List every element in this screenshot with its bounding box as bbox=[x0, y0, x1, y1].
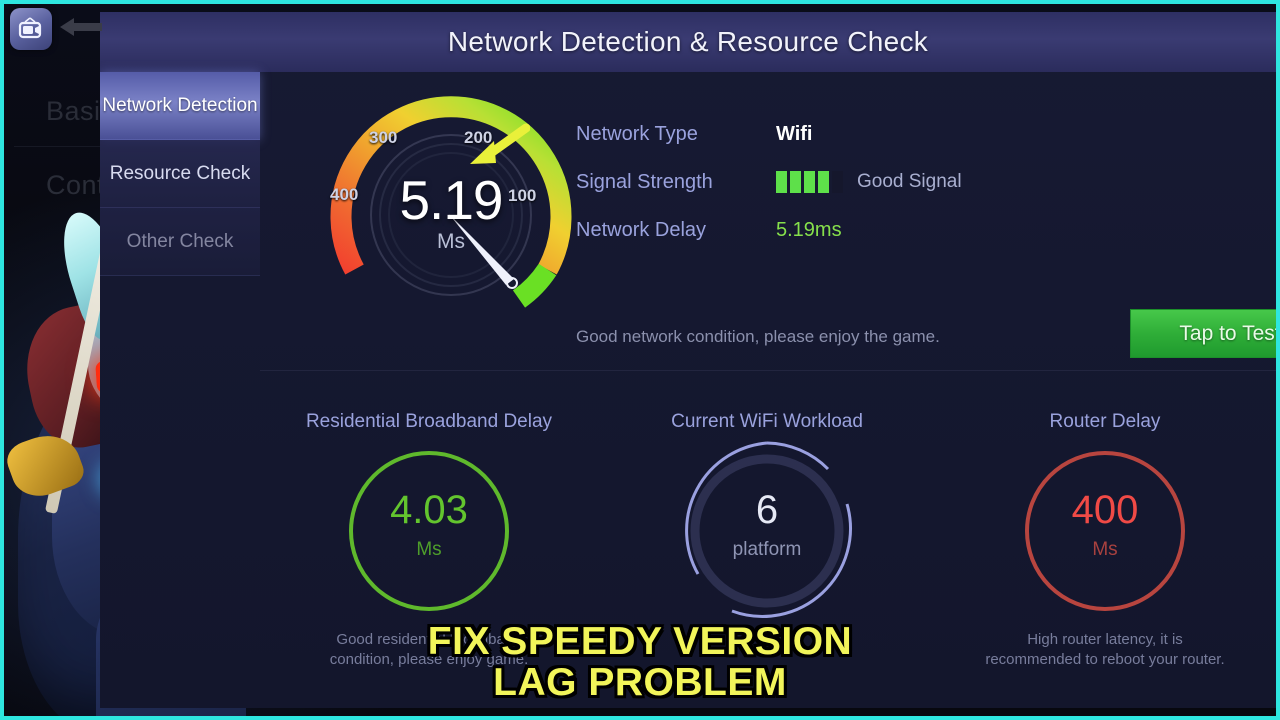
signal-strength-bars bbox=[776, 171, 843, 193]
yellow-arrow-icon bbox=[460, 122, 531, 177]
metric-value: 6 bbox=[755, 487, 779, 532]
metric-title: Router Delay bbox=[1049, 411, 1161, 432]
metric-ring: 400 Ms bbox=[1020, 446, 1190, 616]
metric-value: 4.03 bbox=[390, 487, 468, 532]
back-arrow-glyph bbox=[60, 18, 102, 36]
sidebar-item-network-detection[interactable]: Network Detection bbox=[100, 72, 260, 140]
metric-ring: 6 platform bbox=[682, 441, 852, 618]
info-key: Network Delay bbox=[576, 218, 707, 241]
gauge-unit: Ms bbox=[437, 230, 465, 253]
sidebar-item-resource-check[interactable]: Resource Check bbox=[100, 140, 260, 208]
metric-unit: Ms bbox=[416, 538, 442, 560]
signal-bar bbox=[776, 171, 787, 193]
screen-root: Basic Control Network Detection & Resour… bbox=[0, 0, 1280, 720]
signal-bar-empty bbox=[832, 171, 843, 193]
metric-value: 400 bbox=[1071, 487, 1139, 532]
signal-bar bbox=[804, 171, 815, 193]
video-caption: FIX SPEEDY VERSION LAG PROBLEM bbox=[0, 620, 1280, 704]
info-value-signal-strength: Good Signal bbox=[857, 171, 962, 192]
sidebar-item-label: Network Detection bbox=[102, 94, 258, 116]
gauge-value: 5.19 bbox=[399, 169, 503, 231]
metric-title: Current WiFi Workload bbox=[671, 411, 863, 432]
signal-bar bbox=[790, 171, 801, 193]
info-value-network-delay: 5.19ms bbox=[776, 218, 842, 241]
network-info-list: Network Type Wifi Signal Strength Good S… bbox=[576, 110, 1136, 254]
signal-bar bbox=[818, 171, 829, 193]
network-summary-section: 300 200 400 100 5.19 Ms Network Type Wif… bbox=[260, 72, 1276, 370]
gauge-tick-300: 300 bbox=[369, 128, 398, 147]
metric-title: Residential Broadband Delay bbox=[305, 411, 553, 432]
panel-body: Network Detection Resource Check Other C… bbox=[100, 72, 1276, 708]
caption-line-2: LAG PROBLEM bbox=[492, 661, 788, 704]
tv-icon[interactable] bbox=[10, 8, 52, 50]
yellow-arrow-glyph bbox=[470, 123, 531, 164]
network-delay-gauge: 300 200 400 100 5.19 Ms bbox=[316, 90, 586, 340]
info-row-network-delay: Network Delay 5.19ms bbox=[576, 206, 1136, 254]
info-key: Network Type bbox=[576, 122, 698, 145]
sidebar-item-label: Other Check bbox=[126, 230, 234, 252]
info-row-network-type: Network Type Wifi bbox=[576, 110, 1136, 158]
page-title: Network Detection & Resource Check bbox=[447, 26, 929, 57]
info-key: Signal Strength bbox=[576, 170, 713, 193]
sidebar-item-label: Resource Check bbox=[109, 162, 251, 184]
sidebar-item-other-check[interactable]: Other Check bbox=[100, 208, 260, 276]
metric-unit: platform bbox=[732, 538, 802, 560]
info-value-network-type: Wifi bbox=[776, 122, 813, 145]
caption-line-1: FIX SPEEDY VERSION bbox=[426, 620, 853, 663]
metric-ring: 4.03 Ms bbox=[344, 446, 514, 616]
panel-header: Network Detection & Resource Check bbox=[100, 12, 1276, 72]
back-arrow-icon[interactable] bbox=[58, 14, 104, 45]
metric-unit: Ms bbox=[1092, 538, 1118, 560]
sidebar: Network Detection Resource Check Other C… bbox=[100, 72, 260, 708]
network-condition-text: Good network condition, please enjoy the… bbox=[576, 327, 940, 346]
tv-glyph bbox=[18, 17, 42, 39]
tap-to-test-button[interactable]: Tap to Test bbox=[1130, 309, 1276, 358]
info-row-signal-strength: Signal Strength Good Signal bbox=[576, 158, 1136, 206]
network-panel: Network Detection & Resource Check Netwo… bbox=[100, 12, 1276, 708]
